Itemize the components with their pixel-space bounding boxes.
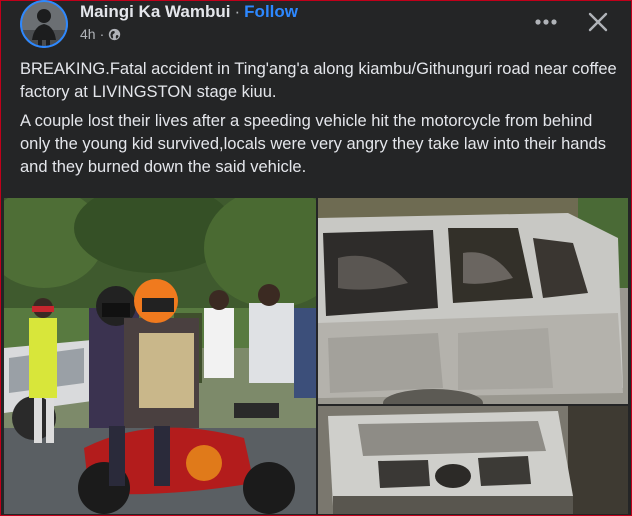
follow-button[interactable]: Follow [244, 2, 298, 21]
post-photo-burned-car-rear[interactable] [318, 406, 628, 514]
author-avatar[interactable] [20, 0, 68, 48]
separator-dot: · [234, 2, 241, 21]
separator-dot: · [99, 26, 105, 42]
more-options-button[interactable] [530, 8, 562, 36]
close-button[interactable] [582, 8, 614, 36]
post-text: BREAKING.Fatal accident in Ting'ang'a al… [20, 58, 620, 185]
post-meta: 4h · [80, 26, 121, 42]
post-header: Maingi Ka Wambui · Follow 4h · [20, 0, 620, 48]
post-photo-motorcycle-crowd[interactable] [4, 198, 316, 514]
post-timestamp[interactable]: 4h [80, 26, 96, 42]
post-paragraph: BREAKING.Fatal accident in Ting'ang'a al… [20, 60, 617, 101]
post-photo-burned-car-side[interactable] [318, 198, 628, 404]
author-line: Maingi Ka Wambui · Follow [80, 2, 298, 22]
globe-icon[interactable] [108, 28, 121, 41]
more-horizontal-icon [535, 19, 557, 25]
post-paragraph: A couple lost their lives after a speedi… [20, 112, 607, 176]
close-icon [588, 12, 608, 32]
story-ring [20, 0, 68, 48]
author-name[interactable]: Maingi Ka Wambui [80, 2, 231, 21]
